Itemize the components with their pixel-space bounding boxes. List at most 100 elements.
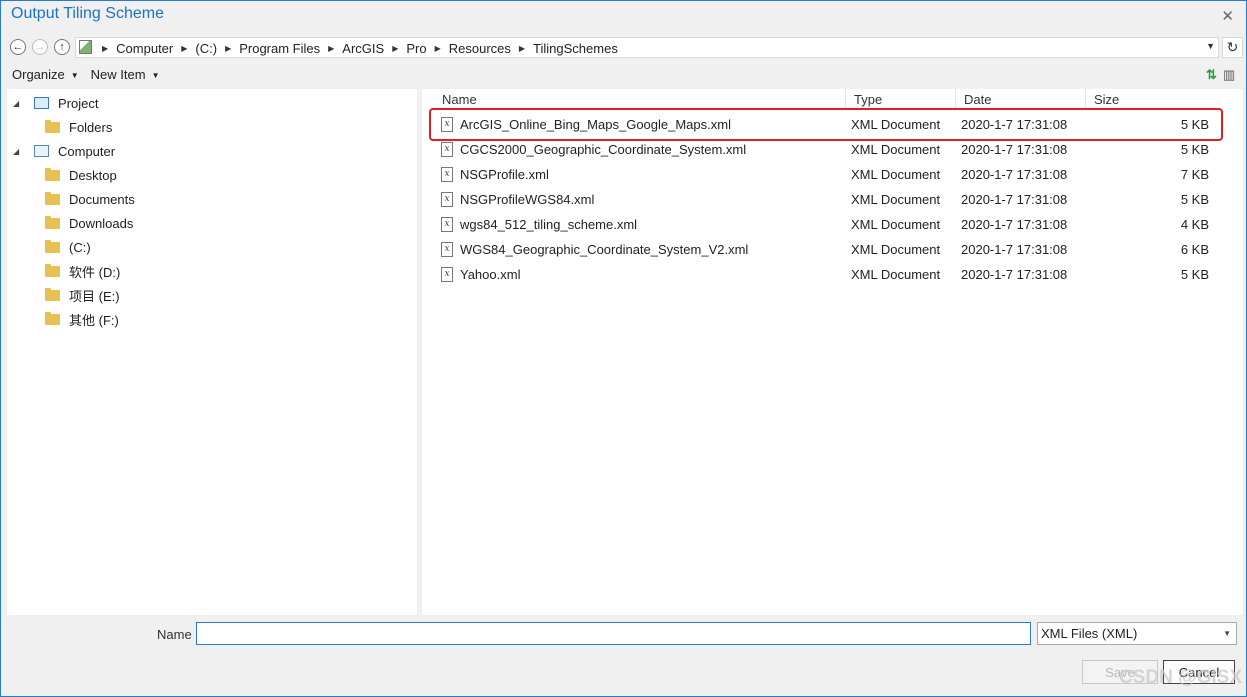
sidebar-item-desktop[interactable]: Desktop — [45, 165, 117, 185]
sidebar-item-label: Folders — [69, 119, 113, 135]
filename-input[interactable] — [196, 622, 1031, 645]
expand-icon[interactable]: ◢ — [13, 147, 25, 156]
xml-file-icon: x — [441, 192, 453, 207]
breadcrumb: ▶ Computer ▶ (C:) ▶ Program Files ▶ ArcGIS ▶ Pro ▶… — [98, 41, 622, 56]
view-options-icon[interactable]: ▥ — [1223, 67, 1235, 83]
sidebar-item-label: 项目 (E:) — [69, 288, 120, 304]
address-dropdown-icon[interactable]: ▼ — [1206, 41, 1215, 51]
breadcrumb-item[interactable]: Computer — [112, 41, 177, 56]
folder-icon — [45, 311, 60, 325]
breadcrumb-item[interactable]: ArcGIS — [338, 41, 388, 56]
file-size: 4 KB — [1180, 217, 1209, 232]
new-item-label: New Item — [90, 67, 146, 82]
sidebar-item-e[interactable]: 项目 (E:) — [45, 285, 120, 305]
column-header-name[interactable]: Name — [422, 89, 846, 109]
sidebar-item-label: 软件 (D:) — [69, 264, 121, 280]
back-arrow-icon[interactable]: ← — [10, 39, 26, 55]
sidebar-item-project[interactable]: ◢ Project — [13, 93, 98, 113]
chevron-right-icon[interactable]: ▶ — [515, 44, 529, 53]
chevron-right-icon[interactable]: ▶ — [324, 44, 338, 53]
chevron-down-icon: ▼ — [70, 71, 79, 80]
file-date: 2020-1-7 17:31:08 — [961, 117, 1068, 132]
sidebar-item-label: (C:) — [69, 239, 91, 255]
sidebar-item-f[interactable]: 其他 (F:) — [45, 309, 119, 329]
name-label: Name — [157, 627, 192, 642]
address-bar[interactable]: ▶ Computer ▶ (C:) ▶ Program Files ▶ ArcGIS ▶ Pro ▶… — [75, 37, 1219, 58]
sidebar-item-label: Documents — [69, 191, 135, 207]
forward-arrow-icon[interactable]: → — [32, 39, 48, 55]
file-date: 2020-1-7 17:31:08 — [961, 217, 1068, 232]
refresh-icon[interactable]: ↻ — [1222, 37, 1243, 58]
file-row[interactable]: x NSGProfile.xml XML Document 2020-1-7 17:3… — [422, 163, 1222, 188]
cancel-button[interactable]: Cancel — [1163, 660, 1235, 684]
column-header-date[interactable]: Date — [956, 89, 1086, 109]
computer-icon — [34, 145, 49, 157]
folder-icon — [45, 119, 60, 133]
up-arrow-icon[interactable]: ↑ — [54, 39, 70, 55]
sort-icon[interactable]: ⇅ — [1206, 67, 1217, 83]
sidebar-item-label: Desktop — [69, 167, 117, 183]
close-icon[interactable]: ✕ — [1221, 7, 1234, 25]
folder-icon — [45, 191, 60, 205]
xml-file-icon: x — [441, 142, 453, 157]
file-size: 5 KB — [1180, 267, 1209, 282]
sidebar-item-folders[interactable]: Folders — [45, 117, 112, 137]
file-name: Yahoo.xml — [460, 267, 521, 282]
column-header-type[interactable]: Type — [846, 89, 956, 109]
chevron-right-icon[interactable]: ▶ — [431, 44, 445, 53]
sidebar-item-label: Computer — [58, 143, 116, 159]
save-button[interactable]: Save — [1082, 660, 1158, 684]
breadcrumb-item[interactable]: (C:) — [191, 41, 221, 56]
new-item-menu[interactable]: New Item ▼ — [91, 67, 160, 82]
sidebar-item-d[interactable]: 软件 (D:) — [45, 261, 120, 281]
breadcrumb-item[interactable]: TilingSchemes — [529, 41, 622, 56]
file-row[interactable]: x CGCS2000_Geographic_Coordinate_System.x… — [422, 138, 1222, 163]
location-icon — [79, 40, 92, 54]
column-header-size[interactable]: Size — [1086, 89, 1216, 109]
toolbar: Organize ▼ New Item ▼ — [12, 67, 160, 82]
chevron-right-icon[interactable]: ▶ — [177, 44, 191, 53]
chevron-right-icon[interactable]: ▶ — [388, 44, 402, 53]
file-row[interactable]: x ArcGIS_Online_Bing_Maps_Google_Maps.xml… — [422, 113, 1222, 138]
file-row[interactable]: x WGS84_Geographic_Coordinate_System_V2.x… — [422, 238, 1222, 263]
file-row[interactable]: x Yahoo.xml XML Document 2020-1-7 17:31:08 5… — [422, 263, 1222, 288]
folder-icon — [45, 287, 60, 301]
folder-icon — [45, 215, 60, 229]
navigation-pane: ◢ Project Folders ◢ Computer Desktop Documents… — [7, 89, 417, 615]
file-size: 5 KB — [1180, 142, 1209, 157]
xml-file-icon: x — [441, 167, 453, 182]
file-name: wgs84_512_tiling_scheme.xml — [460, 217, 638, 232]
organize-menu[interactable]: Organize ▼ — [12, 67, 79, 82]
filetype-value: XML Files (XML) — [1041, 626, 1138, 641]
organize-label: Organize — [12, 67, 65, 82]
sidebar-item-downloads[interactable]: Downloads — [45, 213, 133, 233]
file-type: XML Document — [851, 267, 941, 282]
breadcrumb-item[interactable]: Program Files — [235, 41, 324, 56]
file-name: WGS84_Geographic_Coordinate_System_V2.xm… — [460, 242, 749, 257]
chevron-right-icon[interactable]: ▶ — [221, 44, 235, 53]
file-name: CGCS2000_Geographic_Coordinate_System.xm… — [460, 142, 747, 157]
file-type: XML Document — [851, 142, 941, 157]
sidebar-item-documents[interactable]: Documents — [45, 189, 135, 209]
xml-file-icon: x — [441, 117, 453, 132]
folder-icon — [45, 263, 60, 277]
filetype-select[interactable]: XML Files (XML) ▼ — [1037, 622, 1237, 645]
breadcrumb-item[interactable]: Pro — [402, 41, 430, 56]
dialog-window: Output Tiling Scheme ✕ ← → ↑ ▶ Computer ▶(… — [0, 0, 1247, 697]
file-row[interactable]: x wgs84_512_tiling_scheme.xml XML Document… — [422, 213, 1222, 238]
sidebar-item-computer[interactable]: ◢ Computer — [13, 141, 115, 161]
xml-file-icon: x — [441, 217, 453, 232]
file-date: 2020-1-7 17:31:08 — [961, 142, 1068, 157]
file-row[interactable]: x NSGProfileWGS84.xml XML Document 2020-1-7… — [422, 188, 1222, 213]
expand-icon[interactable]: ◢ — [13, 99, 25, 108]
file-type: XML Document — [851, 242, 941, 257]
sidebar-item-label: Project — [58, 95, 99, 111]
file-size: 6 KB — [1180, 242, 1209, 257]
chevron-right-icon[interactable]: ▶ — [98, 44, 112, 53]
xml-file-icon: x — [441, 242, 453, 257]
sidebar-item-c[interactable]: (C:) — [45, 237, 91, 257]
breadcrumb-item[interactable]: Resources — [445, 41, 515, 56]
file-size: 5 KB — [1180, 192, 1209, 207]
file-list: Name Type Date Size x ArcGIS_Online_Bing_… — [422, 89, 1243, 615]
file-date: 2020-1-7 17:31:08 — [961, 167, 1068, 182]
